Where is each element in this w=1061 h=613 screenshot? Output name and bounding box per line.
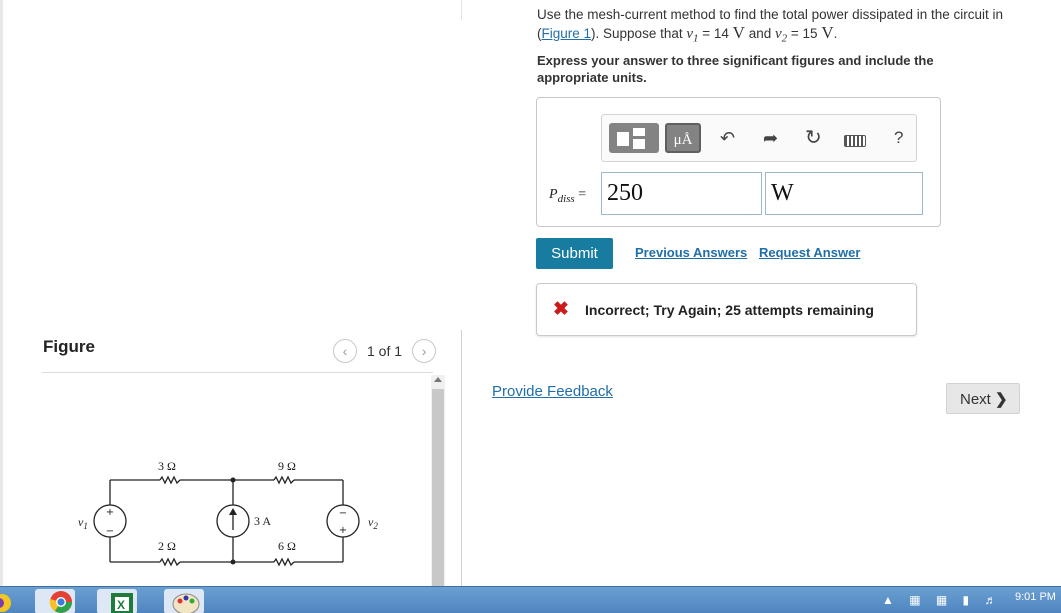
redo-icon[interactable]: ➦ — [763, 127, 778, 149]
r3-label: 2 Ω — [158, 539, 176, 553]
excel-icon[interactable]: X — [97, 589, 137, 613]
reset-icon[interactable]: ↻ — [805, 127, 822, 149]
x-icon: ✖ — [553, 299, 569, 320]
svg-text:−: − — [106, 526, 114, 537]
feedback-box: ✖ Incorrect; Try Again; 25 attempts rema… — [536, 283, 917, 336]
figure-link[interactable]: Figure 1 — [542, 26, 592, 41]
unit-input[interactable] — [765, 172, 923, 215]
r2-label: 9 Ω — [278, 459, 296, 473]
taskbar: X ▲ ▦ ▦ ▮ ♬ 9:01 PM — [0, 586, 1061, 613]
question-text: Use the mesh-current method to find the … — [537, 7, 1003, 45]
value-input[interactable] — [601, 172, 762, 215]
figure-scrollbar[interactable] — [431, 375, 445, 586]
svg-text:−: − — [339, 508, 347, 519]
v1-label: v1 — [78, 515, 88, 531]
scroll-thumb[interactable] — [432, 389, 444, 586]
instruction-text: Express your answer to three significant… — [537, 53, 934, 85]
templates-icon[interactable] — [609, 123, 659, 153]
r4-label: 6 Ω — [278, 539, 296, 553]
svg-text:+: + — [106, 507, 114, 518]
submit-button[interactable]: Submit — [536, 238, 613, 269]
v2-label: v2 — [368, 515, 378, 531]
answer-box: μÅ ↶ ➦ ↻ ? Pdiss = — [536, 97, 941, 227]
chevron-left-icon[interactable]: ‹ — [333, 339, 357, 363]
clock: 9:01 PM — [1015, 591, 1056, 603]
chrome-icon[interactable] — [35, 589, 75, 613]
units-icon[interactable]: μÅ — [665, 123, 701, 153]
keyboard-icon[interactable] — [844, 135, 866, 147]
circuit-diagram: + − − + 3 Ω 9 Ω 2 Ω 6 Ω 3 A v1 v2 — [78, 459, 378, 567]
left-edge-bar — [0, 0, 3, 586]
current-source-label: 3 A — [254, 514, 271, 528]
svg-text:+: + — [339, 525, 347, 536]
math-toolbar: μÅ ↶ ➦ ↻ ? — [601, 114, 917, 162]
pdiss-label: Pdiss = — [549, 187, 587, 205]
next-button[interactable]: Next ❯ — [946, 383, 1020, 414]
start-button[interactable] — [0, 589, 20, 613]
previous-answers-link[interactable]: Previous Answers — [635, 245, 747, 260]
system-tray[interactable]: ▲ ▦ ▦ ▮ ♬ — [882, 593, 1003, 607]
figure-pager: ‹ 1 of 1 › — [333, 339, 437, 363]
column-divider — [461, 330, 462, 586]
paint-icon[interactable] — [164, 589, 204, 613]
scroll-up-arrow-icon[interactable] — [434, 377, 442, 382]
help-icon[interactable]: ? — [894, 127, 903, 149]
column-divider-top — [461, 0, 462, 20]
undo-icon[interactable]: ↶ — [720, 127, 735, 149]
chevron-right-icon[interactable]: › — [412, 339, 437, 363]
request-answer-link[interactable]: Request Answer — [759, 245, 860, 260]
figure-divider — [42, 372, 433, 373]
feedback-message: Incorrect; Try Again; 25 attempts remain… — [585, 302, 874, 318]
pager-text: 1 of 1 — [367, 343, 403, 359]
provide-feedback-link[interactable]: Provide Feedback — [492, 383, 613, 400]
svg-text:X: X — [117, 598, 125, 612]
r1-label: 3 Ω — [158, 459, 176, 473]
figure-heading: Figure — [43, 337, 95, 356]
chevron-right-icon: ❯ — [995, 390, 1008, 408]
